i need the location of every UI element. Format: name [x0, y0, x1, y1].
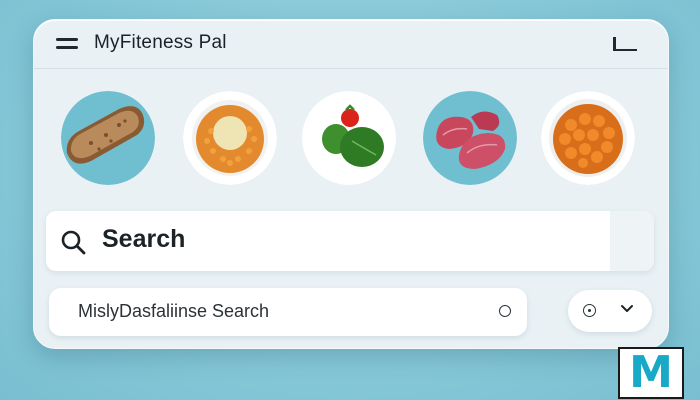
title-bar: MyFiteness Pal [34, 20, 668, 69]
search-icon [61, 230, 86, 255]
app-window: MyFiteness Pal Search MislyDasfaliinse S… [33, 19, 669, 349]
search-bar[interactable]: Search [46, 211, 654, 271]
logo-letter: M [629, 347, 673, 398]
logo-badge: M [618, 347, 684, 399]
chevron-down-icon [621, 305, 633, 312]
spinach-tomato-icon [302, 91, 396, 185]
search-label: Search [102, 225, 186, 253]
food-item-bread[interactable] [61, 91, 155, 185]
secondary-search-text: MislyDasfaliinse Search [78, 301, 270, 321]
bread-icon [61, 91, 155, 185]
corner-bracket-icon[interactable] [613, 37, 637, 51]
food-item-lentils[interactable] [183, 91, 277, 185]
food-item-chickpeas[interactable] [541, 91, 635, 185]
meat-slices-icon [423, 91, 517, 185]
search-bar-end [610, 211, 654, 271]
food-item-meat[interactable] [423, 91, 517, 185]
filter-dropdown[interactable] [568, 290, 652, 332]
hamburger-menu-icon[interactable] [56, 38, 78, 50]
food-item-spinach[interactable] [302, 91, 396, 185]
lentil-bowl-icon [183, 91, 277, 185]
chickpea-bowl-icon [541, 91, 635, 185]
circle-icon[interactable] [499, 305, 511, 317]
clock-icon [583, 304, 596, 317]
app-title: MyFiteness Pal [94, 32, 227, 53]
secondary-search-field[interactable]: MislyDasfaliinse Search [49, 288, 527, 336]
